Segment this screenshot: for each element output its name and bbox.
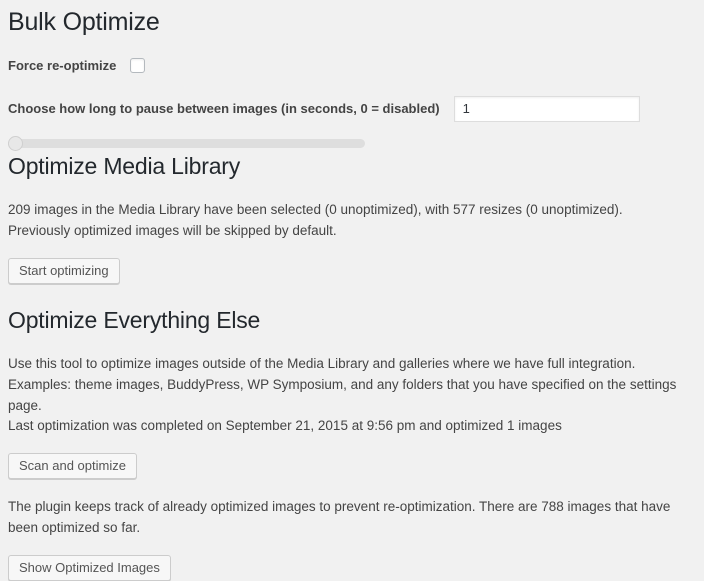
scan-and-optimize-button[interactable]: Scan and optimize: [8, 453, 137, 480]
pause-delay-label: Choose how long to pause between images …: [8, 101, 440, 116]
media-library-status: 209 images in the Media Library have bee…: [8, 200, 696, 242]
everything-else-heading: Optimize Everything Else: [8, 306, 261, 333]
start-optimizing-button[interactable]: Start optimizing: [8, 257, 120, 284]
pause-delay-slider[interactable]: [8, 135, 365, 151]
media-library-status-line-1: 209 images in the Media Library have bee…: [8, 201, 623, 217]
media-library-heading: Optimize Media Library: [8, 152, 241, 179]
force-reoptimize-label: Force re-optimize: [8, 58, 117, 73]
slider-handle[interactable]: [8, 135, 23, 151]
tracking-note-text: The plugin keeps track of already optimi…: [8, 499, 671, 536]
pause-delay-row: Choose how long to pause between images …: [8, 95, 696, 122]
force-reoptimize-checkbox[interactable]: [130, 58, 146, 73]
slider-track[interactable]: [8, 138, 365, 148]
last-optimization-text: Last optimization was completed on Septe…: [8, 418, 562, 434]
pause-delay-input[interactable]: [453, 95, 640, 122]
force-reoptimize-row: Force re-optimize: [8, 56, 696, 76]
show-optimized-images-button[interactable]: Show Optimized Images: [8, 555, 171, 581]
bulk-optimize-page: Bulk Optimize Force re-optimize Choose h…: [0, 6, 704, 581]
page-title: Bulk Optimize: [8, 8, 160, 36]
everything-else-description: Use this tool to optimize images outside…: [8, 355, 677, 413]
media-library-status-line-2: Previously optimized images will be skip…: [8, 222, 337, 238]
